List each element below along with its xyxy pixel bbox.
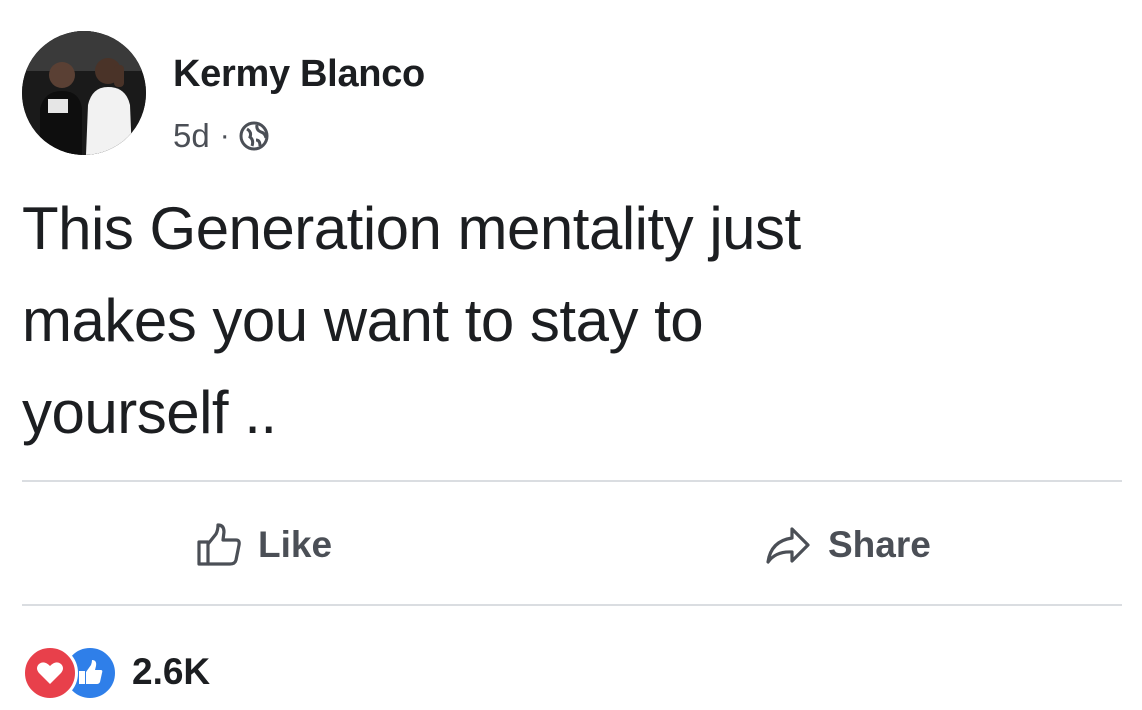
author-name[interactable]: Kermy Blanco bbox=[173, 53, 425, 96]
globe-icon[interactable] bbox=[238, 120, 270, 152]
divider bbox=[22, 604, 1122, 606]
post-time[interactable]: 5d bbox=[173, 117, 210, 155]
meta-separator: · bbox=[219, 119, 230, 152]
like-button[interactable]: Like bbox=[196, 510, 332, 580]
reaction-icons bbox=[22, 645, 122, 701]
divider bbox=[22, 480, 1122, 482]
like-label: Like bbox=[258, 524, 333, 565]
share-button[interactable]: Share bbox=[764, 510, 931, 580]
post-meta: 5d · bbox=[173, 116, 270, 156]
avatar-photo bbox=[22, 31, 146, 155]
author-avatar[interactable] bbox=[22, 31, 146, 155]
facebook-post: Kermy Blanco 5d · This Generation mental… bbox=[0, 0, 1142, 710]
share-label: Share bbox=[828, 524, 931, 565]
share-arrow-icon bbox=[766, 527, 810, 564]
reaction-count: 2.6K bbox=[132, 651, 211, 692]
reactions-summary[interactable]: 2.6K bbox=[22, 643, 210, 701]
thumbs-up-icon bbox=[197, 523, 241, 566]
heart-reaction-icon bbox=[22, 645, 78, 701]
post-text: This Generation mentality just makes you… bbox=[22, 195, 801, 446]
